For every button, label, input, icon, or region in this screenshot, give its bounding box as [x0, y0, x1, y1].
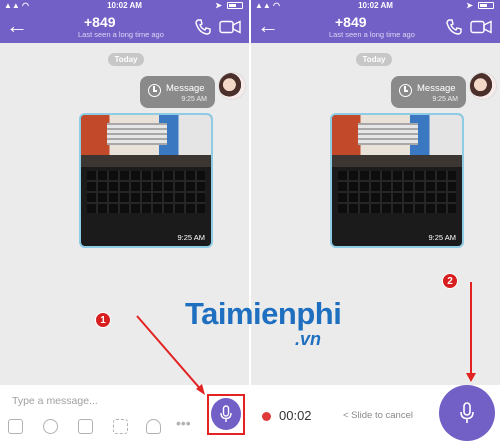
video-call-icon[interactable] — [219, 20, 241, 34]
tutorial-screenshot: ▲▲ ◠ 10:02 AM ➤ ← +849 Last seen a long … — [0, 0, 500, 445]
back-arrow-icon[interactable]: ← — [6, 15, 28, 37]
recording-timer: 00:02 — [279, 408, 312, 423]
last-seen-text: Last seen a long time ago — [329, 30, 415, 39]
gif-icon[interactable] — [113, 419, 128, 434]
message-label: Message — [417, 83, 456, 94]
clock-icon — [399, 84, 412, 97]
microphone-icon — [460, 402, 474, 423]
date-badge: Today — [108, 53, 144, 66]
photo-time: 9:25 AM — [428, 233, 456, 242]
chat-header: ← +849 Last seen a long time ago — [251, 12, 500, 43]
status-bar: ▲▲ ◠ 10:02 AM ➤ — [0, 0, 249, 12]
photo-message[interactable]: 9:25 AM — [79, 113, 213, 248]
photo-content-bezel — [81, 155, 211, 167]
left-chat-screen: ▲▲ ◠ 10:02 AM ➤ ← +849 Last seen a long … — [0, 0, 249, 445]
phone-call-icon[interactable] — [195, 19, 211, 35]
photo-content-screen — [332, 115, 462, 155]
status-time: 10:02 AM — [358, 1, 393, 10]
location-icon: ➤ — [466, 1, 473, 10]
location-icon: ➤ — [215, 1, 222, 10]
message-bubble[interactable]: Message 9:25 AM — [140, 76, 215, 108]
status-bar: ▲▲ ◠ 10:02 AM ➤ — [251, 0, 500, 12]
back-arrow-icon[interactable]: ← — [257, 15, 279, 37]
recording-bar: 00:02 < Slide to cancel — [251, 385, 500, 445]
watermark-tld: .vn — [295, 329, 322, 349]
highlight-box — [207, 394, 245, 435]
right-chat-screen: ▲▲ ◠ 10:02 AM ➤ ← +849 Last seen a long … — [251, 0, 500, 445]
message-bubble[interactable]: Message 9:25 AM — [391, 76, 466, 108]
sticker-icon[interactable] — [8, 419, 23, 434]
step-1-badge: 1 — [95, 312, 111, 328]
status-time: 10:02 AM — [107, 1, 142, 10]
avatar[interactable] — [469, 72, 497, 100]
photo-message[interactable]: 9:25 AM — [330, 113, 464, 248]
message-label: Message — [166, 83, 205, 94]
emoji-icon[interactable] — [43, 419, 58, 434]
message-input[interactable]: Type a message... — [12, 395, 98, 407]
video-call-icon[interactable] — [470, 20, 492, 34]
contact-number[interactable]: +849 — [84, 14, 116, 30]
photo-content-screen — [81, 115, 211, 155]
photo-content-keyboard — [87, 171, 205, 213]
watermark-brand: Taimienphi — [185, 296, 342, 331]
photo-content-bezel — [332, 155, 462, 167]
slide-to-cancel-hint[interactable]: < Slide to cancel — [343, 410, 413, 421]
contact-number[interactable]: +849 — [335, 14, 367, 30]
step-2-badge: 2 — [442, 273, 458, 289]
photo-time: 9:25 AM — [177, 233, 205, 242]
battery-icon — [478, 2, 494, 9]
more-icon[interactable]: ••• — [176, 416, 191, 434]
camera-icon[interactable] — [78, 419, 93, 434]
clock-icon — [148, 84, 161, 97]
avatar[interactable] — [218, 72, 246, 100]
recording-dot-icon — [262, 412, 271, 421]
photo-content-keyboard — [338, 171, 456, 213]
phone-call-icon[interactable] — [446, 19, 462, 35]
battery-icon — [227, 2, 243, 9]
doodle-icon[interactable] — [146, 419, 161, 434]
message-time: 9:25 AM — [181, 96, 207, 103]
watermark: Taimienphi .vn — [185, 296, 385, 356]
date-badge: Today — [356, 53, 392, 66]
message-time: 9:25 AM — [432, 96, 458, 103]
chat-header: ← +849 Last seen a long time ago — [0, 12, 249, 43]
last-seen-text: Last seen a long time ago — [78, 30, 164, 39]
recording-mic-button[interactable] — [439, 385, 495, 441]
